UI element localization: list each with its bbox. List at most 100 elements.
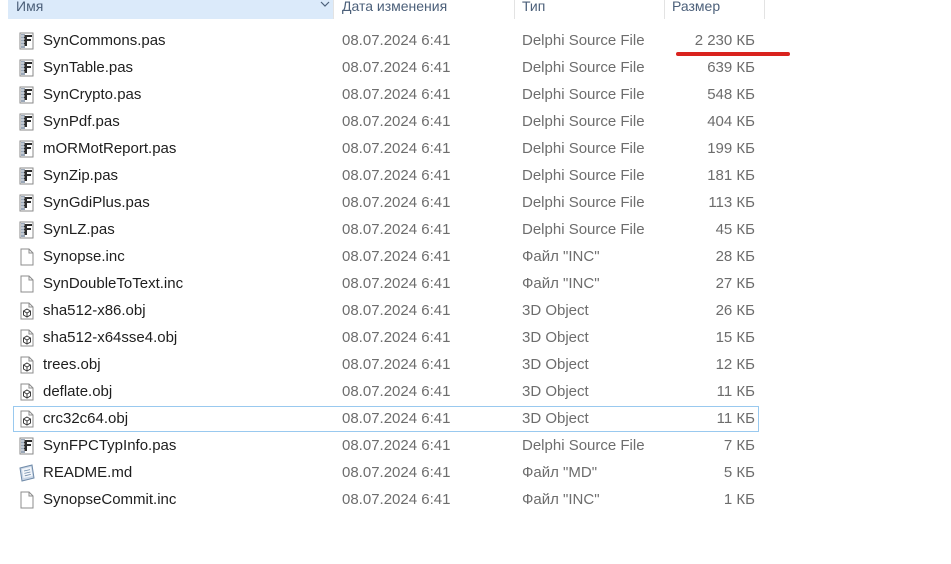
blank-file-icon [18, 248, 36, 266]
file-size: 2 230 КБ [694, 32, 755, 49]
delphi-file-icon [18, 113, 36, 131]
file-icon-cell [18, 298, 38, 324]
file-name: SynFPCTypInfo.pas [43, 437, 177, 454]
file-icon-cell [18, 271, 38, 297]
file-row[interactable]: SynopseCommit.inc 08.07.2024 6:41 Файл "IN… [13, 487, 759, 513]
file-size: 404 КБ [707, 113, 755, 130]
3d-object-file-icon [18, 329, 36, 347]
column-header-name[interactable]: Имя [8, 0, 334, 19]
file-name: sha512-x86.obj [43, 302, 146, 319]
file-name: SynTable.pas [43, 59, 134, 76]
file-size: 27 КБ [715, 275, 755, 292]
file-size: 199 КБ [707, 140, 755, 157]
file-row[interactable]: SynCommons.pas 08.07.2024 6:41 Delphi Sour… [13, 28, 759, 54]
file-type: 3D Object [522, 329, 589, 346]
file-row[interactable]: SynPdf.pas 08.07.2024 6:41 Delphi Source F… [13, 109, 759, 135]
file-explorer-list-view: Имя Дата изменения Тип Размер SynCommons… [0, 0, 951, 564]
column-header-type[interactable]: Тип [515, 0, 665, 19]
file-date-modified: 08.07.2024 6:41 [342, 113, 451, 130]
file-type: Delphi Source File [522, 221, 645, 238]
file-name: SynLZ.pas [43, 221, 115, 238]
file-row[interactable]: SynCrypto.pas 08.07.2024 6:41 Delphi Sourc… [13, 82, 759, 108]
column-header-size[interactable]: Размер [665, 0, 765, 19]
file-date-modified: 08.07.2024 6:41 [342, 248, 451, 265]
file-size: 45 КБ [715, 221, 755, 238]
file-date-modified: 08.07.2024 6:41 [342, 329, 451, 346]
file-row[interactable]: sha512-x86.obj 08.07.2024 6:41 3D Object 26… [13, 298, 759, 324]
file-name: trees.obj [43, 356, 101, 373]
file-size: 26 КБ [715, 302, 755, 319]
file-type: 3D Object [522, 383, 589, 400]
3d-object-file-icon [18, 356, 36, 374]
file-icon-cell [18, 433, 38, 459]
file-icon-cell [18, 82, 38, 108]
file-size: 11 КБ [716, 410, 755, 427]
column-header-date[interactable]: Дата изменения [335, 0, 515, 19]
file-row[interactable]: SynDoubleToText.inc 08.07.2024 6:41 Файл "… [13, 271, 759, 297]
file-type: Файл "INC" [522, 275, 600, 292]
file-name: SynopseCommit.inc [43, 491, 177, 508]
file-row[interactable]: deflate.obj 08.07.2024 6:41 3D Object 11 КБ [13, 379, 759, 405]
file-row[interactable]: trees.obj 08.07.2024 6:41 3D Object 12 КБ [13, 352, 759, 378]
file-size: 181 КБ [707, 167, 755, 184]
file-name: README.md [43, 464, 133, 481]
file-size: 548 КБ [707, 86, 755, 103]
delphi-file-icon [18, 437, 36, 455]
file-row[interactable]: SynZip.pas 08.07.2024 6:41 Delphi Source F… [13, 163, 759, 189]
chevron-down-icon-svg [320, 1, 330, 7]
chevron-down-icon[interactable] [318, 0, 332, 14]
file-icon-cell [18, 460, 38, 486]
file-row[interactable]: mORMotReport.pas 08.07.2024 6:41 Delphi So… [13, 136, 759, 162]
file-name: SynCrypto.pas [43, 86, 142, 103]
file-type: Delphi Source File [522, 86, 645, 103]
file-type: 3D Object [522, 410, 589, 427]
file-row[interactable]: crc32c64.obj 08.07.2024 6:41 3D Object 11 К… [13, 406, 759, 432]
file-row[interactable]: SynTable.pas 08.07.2024 6:41 Delphi Source… [13, 55, 759, 81]
file-date-modified: 08.07.2024 6:41 [342, 194, 451, 211]
file-type: Delphi Source File [522, 167, 645, 184]
delphi-file-icon [18, 194, 36, 212]
delphi-file-icon [18, 167, 36, 185]
blank-file-icon [18, 275, 36, 293]
file-size: 12 КБ [715, 356, 755, 373]
delphi-file-icon [18, 32, 36, 50]
file-type: Delphi Source File [522, 59, 645, 76]
file-size: 639 КБ [707, 59, 755, 76]
file-icon-cell [18, 109, 38, 135]
delphi-file-icon [18, 59, 36, 77]
3d-object-file-icon [18, 410, 36, 428]
file-icon-cell [18, 190, 38, 216]
file-row[interactable]: README.md 08.07.2024 6:41 Файл "MD" 5 КБ [13, 460, 759, 486]
blank-file-icon [18, 491, 36, 509]
file-row[interactable]: Synopse.inc 08.07.2024 6:41 Файл "INC" 28 К… [13, 244, 759, 270]
file-icon-cell [18, 55, 38, 81]
file-row[interactable]: SynGdiPlus.pas 08.07.2024 6:41 Delphi Sour… [13, 190, 759, 216]
column-header-bar: Имя Дата изменения Тип Размер [0, 0, 765, 19]
file-date-modified: 08.07.2024 6:41 [342, 437, 451, 454]
file-type: Delphi Source File [522, 194, 645, 211]
file-size: 15 КБ [715, 329, 755, 346]
file-type: Delphi Source File [522, 32, 645, 49]
file-date-modified: 08.07.2024 6:41 [342, 59, 451, 76]
file-size: 11 КБ [716, 383, 755, 400]
file-date-modified: 08.07.2024 6:41 [342, 140, 451, 157]
3d-object-file-icon [18, 302, 36, 320]
file-icon-cell [18, 407, 38, 431]
file-icon-cell [18, 136, 38, 162]
delphi-file-icon [18, 86, 36, 104]
file-size: 28 КБ [715, 248, 755, 265]
file-row[interactable]: SynLZ.pas 08.07.2024 6:41 Delphi Source Fi… [13, 217, 759, 243]
3d-object-file-icon [18, 383, 36, 401]
file-icon-cell [18, 28, 38, 54]
file-date-modified: 08.07.2024 6:41 [342, 32, 451, 49]
file-name: SynPdf.pas [43, 113, 120, 130]
file-date-modified: 08.07.2024 6:41 [342, 491, 451, 508]
file-name: sha512-x64sse4.obj [43, 329, 178, 346]
file-row[interactable]: SynFPCTypInfo.pas 08.07.2024 6:41 Delphi S… [13, 433, 759, 459]
file-date-modified: 08.07.2024 6:41 [342, 356, 451, 373]
file-icon-cell [18, 379, 38, 405]
file-name: crc32c64.obj [43, 410, 129, 427]
file-row[interactable]: sha512-x64sse4.obj 08.07.2024 6:41 3D Obje… [13, 325, 759, 351]
file-name: SynDoubleToText.inc [43, 275, 184, 292]
file-size: 5 КБ [723, 464, 755, 481]
